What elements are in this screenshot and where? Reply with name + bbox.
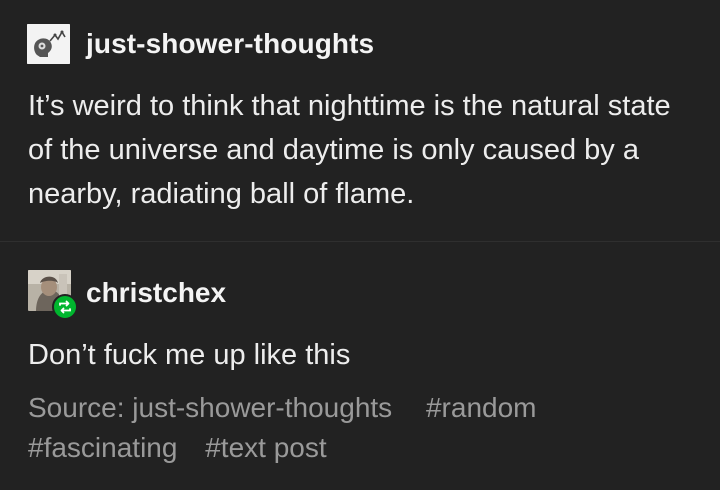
tag-text-post[interactable]: #text post (205, 428, 326, 468)
reblogger-username[interactable]: christchex (86, 275, 226, 311)
original-poster-avatar[interactable] (27, 24, 70, 64)
source-link[interactable]: Source: just-shower-thoughts (28, 388, 392, 428)
reblogger-avatar-wrap[interactable] (28, 270, 78, 320)
original-poster-username[interactable]: just-shower-thoughts (86, 26, 374, 62)
lightbulb-head-icon (27, 24, 70, 64)
tumblr-post: just-shower-thoughts It’s weird to think… (0, 0, 720, 490)
original-post: just-shower-thoughts It’s weird to think… (0, 0, 720, 242)
tag-fascinating[interactable]: #fascinating (28, 428, 177, 468)
tag-random[interactable]: #random (426, 388, 537, 428)
original-post-text: It’s weird to think that nighttime is th… (28, 90, 671, 210)
reblog-text: Don’t fuck me up like this (28, 339, 351, 371)
reblog-post: christchex Don’t fuck me up like this So… (0, 243, 720, 490)
reblog-icon (52, 294, 78, 320)
post-footer-tags: Source: just-shower-thoughts #random #fa… (28, 388, 708, 468)
